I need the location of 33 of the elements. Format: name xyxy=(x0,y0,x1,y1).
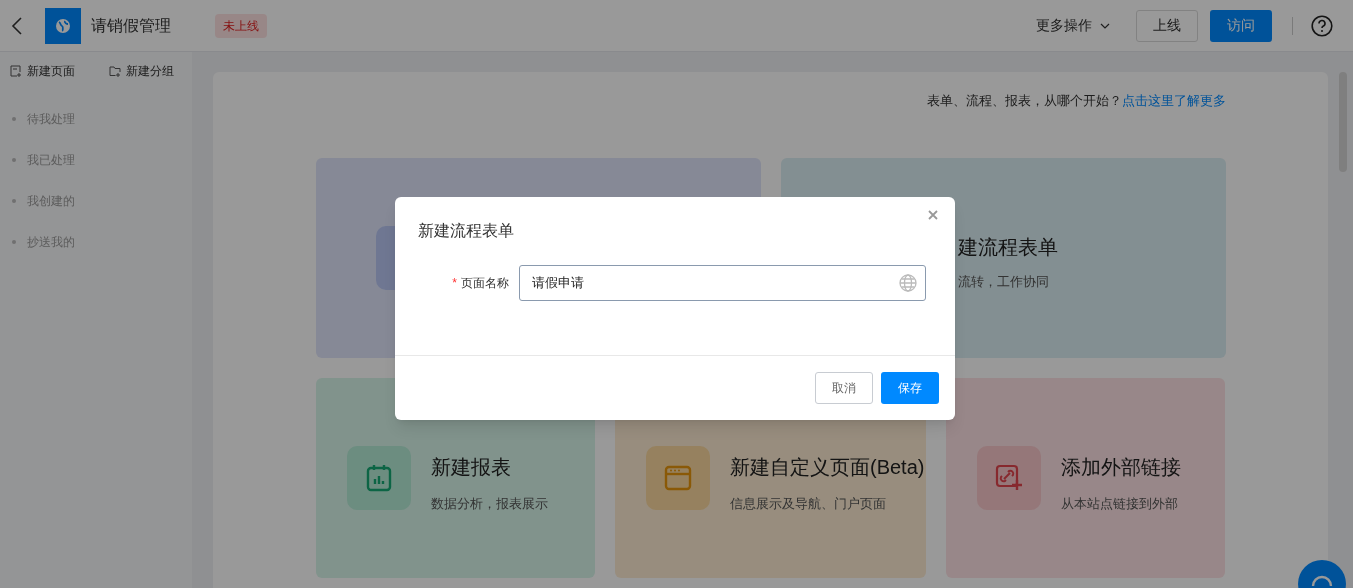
app-logo-icon xyxy=(45,7,81,44)
card-description: 流转，工作协同 xyxy=(958,273,1050,291)
new-page-button[interactable]: 新建页面 xyxy=(10,62,75,80)
page-plus-icon xyxy=(10,65,22,77)
card-description: 信息展示及导航、门户页面 xyxy=(730,495,887,513)
globe-icon[interactable] xyxy=(899,274,917,292)
visit-button[interactable]: 访问 xyxy=(1210,9,1272,42)
folder-plus-icon xyxy=(109,65,121,77)
close-icon[interactable] xyxy=(927,209,939,221)
card-title: 添加外部链接 xyxy=(1061,455,1181,480)
field-label: 页面名称 xyxy=(461,275,509,292)
status-badge: 未上线 xyxy=(215,13,267,38)
publish-button[interactable]: 上线 xyxy=(1136,9,1198,42)
card-description: 数据分析，报表展示 xyxy=(431,495,548,513)
card-title: 建流程表单 xyxy=(958,235,1058,260)
chart-icon xyxy=(366,464,392,492)
app-title: 请销假管理 xyxy=(91,15,171,36)
card-title: 新建自定义页面(Beta) xyxy=(730,455,925,480)
dialog-title: 新建流程表单 xyxy=(418,221,515,241)
browser-window-icon xyxy=(664,465,692,491)
save-button[interactable]: 保存 xyxy=(881,372,939,404)
card-title: 新建报表 xyxy=(431,455,512,480)
cancel-button[interactable]: 取消 xyxy=(815,372,873,404)
new-group-button[interactable]: 新建分组 xyxy=(109,62,174,80)
required-mark: * xyxy=(452,275,457,292)
caret-icon xyxy=(1100,22,1110,29)
input-field[interactable]: 请假申请 xyxy=(519,265,926,301)
learn-more-link[interactable]: 点击这里了解更多 xyxy=(1122,91,1226,111)
card-description: 从本站点链接到外部 xyxy=(1061,495,1179,513)
more-actions-dropdown[interactable]: 更多操作 xyxy=(1036,15,1110,36)
help-icon[interactable] xyxy=(1311,14,1333,37)
link-plus-icon xyxy=(995,464,1023,492)
hint-text: 表单、流程、报表，从哪个开始？ xyxy=(927,92,1122,110)
